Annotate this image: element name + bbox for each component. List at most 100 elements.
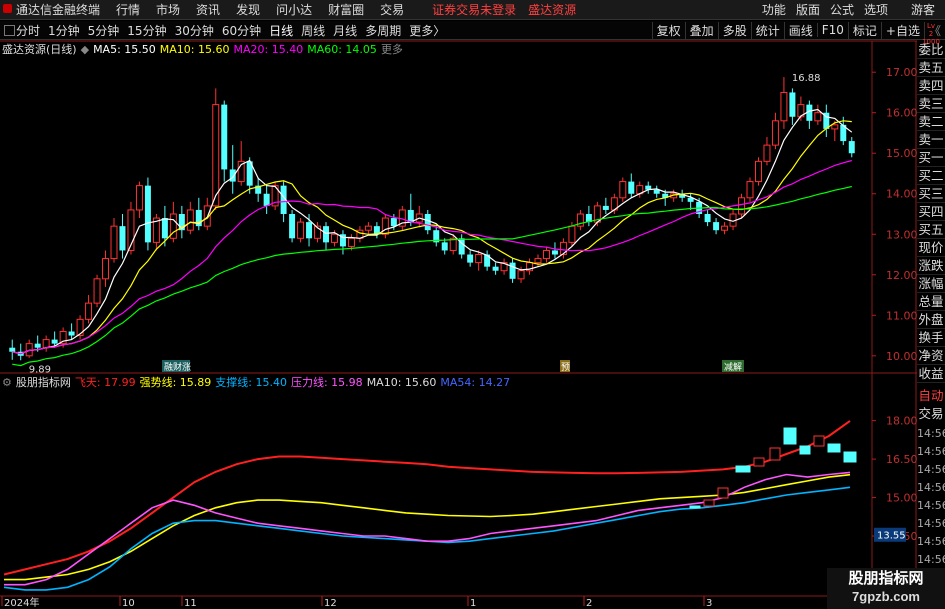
price-tick-label: 10.00 — [886, 350, 918, 363]
candle-body — [34, 343, 41, 348]
candle-body — [619, 181, 627, 199]
candle-body — [492, 266, 499, 271]
sub-candle-block — [813, 435, 825, 447]
candle-body — [704, 214, 711, 223]
date-tick-label: 1 — [470, 598, 476, 609]
price-tick-label: 12.00 — [886, 269, 918, 282]
candle-body — [221, 104, 228, 170]
high-annotation: 16.88 — [792, 73, 821, 84]
side-item[interactable]: 现价 — [917, 239, 945, 257]
side-item[interactable]: 卖四 — [917, 77, 945, 95]
candle-body — [229, 169, 236, 182]
candle-body — [780, 91, 788, 122]
ma10-line — [12, 120, 852, 355]
candle-body — [771, 120, 779, 146]
indicator-name[interactable]: 股朋指标网 — [16, 374, 71, 390]
side-trade[interactable]: 交易 — [917, 405, 945, 423]
candle-body — [424, 214, 431, 231]
watermark-line1: 股朋指标网 — [848, 569, 924, 587]
tick-time: 14:56 — [917, 481, 945, 494]
side-item[interactable]: 总量 — [917, 293, 945, 311]
candle-body — [509, 262, 516, 279]
candle-body — [814, 112, 822, 122]
candle-body — [381, 217, 389, 235]
side-item[interactable]: 卖二 — [917, 113, 945, 131]
price-tick-label: 11.00 — [886, 309, 918, 322]
more-mas-label[interactable]: 更多 — [381, 41, 403, 57]
candle-body — [323, 226, 329, 243]
side-item[interactable]: 买五 — [917, 221, 945, 239]
candle-body — [721, 225, 729, 231]
date-tick-label: 3 — [706, 598, 712, 609]
side-bottom: 自动 交易 — [917, 387, 945, 423]
stock-name[interactable]: 盛达资源(日线) — [2, 41, 77, 57]
ma5-label: MA5: 15.50 — [93, 42, 156, 56]
ma54-label: MA54: 14.27 — [440, 375, 511, 389]
candle-body — [135, 185, 143, 211]
gear-icon[interactable]: ⚙ — [2, 376, 12, 389]
candle-body — [542, 249, 550, 260]
tick-times: 14:56 14:56 14:56 14:56 14:56 14:56 14:56 14:56 — [917, 425, 945, 569]
sub-current-label: 13.55 — [877, 531, 906, 542]
candle-body — [347, 237, 355, 247]
side-item[interactable]: 卖一 — [917, 131, 945, 149]
ma20-label: MA20: 15.40 — [233, 42, 304, 56]
side-item[interactable]: 买二 — [917, 167, 945, 185]
sub-tick-label: 15.00 — [886, 492, 918, 505]
tick-time: 14:56 — [917, 463, 945, 476]
price-tick-label: 14.00 — [886, 188, 918, 201]
sub-candle-block — [799, 445, 811, 455]
price-tick-label: 13.00 — [886, 228, 918, 241]
candle-body — [42, 339, 50, 349]
side-item[interactable]: 净资 — [917, 347, 945, 365]
sub-candle-block — [769, 447, 781, 461]
sub-candle-block — [783, 427, 797, 445]
candle-body — [789, 92, 796, 117]
sub-candle-block — [753, 457, 765, 467]
side-item[interactable]: 换手 — [917, 329, 945, 347]
side-auto[interactable]: 自动 — [917, 387, 945, 405]
candle-body — [754, 160, 762, 183]
candle-body — [628, 181, 635, 194]
side-item[interactable]: 涨跌 — [917, 257, 945, 275]
candle-body — [289, 214, 296, 239]
candle-body — [9, 347, 16, 352]
candle-body — [51, 339, 58, 344]
candle-body — [306, 222, 313, 239]
date-tick-label: 10 — [122, 598, 135, 609]
ma10-label: MA10: 15.60 — [159, 42, 230, 56]
marker-label-3: 减解 — [724, 361, 742, 373]
main-legend: 盛达资源(日线) ◆ MA5: 15.50 MA10: 15.60 MA20: … — [2, 41, 407, 57]
candle-body — [746, 181, 754, 199]
side-item[interactable]: 外盘 — [917, 311, 945, 329]
candle-body — [85, 302, 93, 320]
candle-body — [738, 197, 746, 215]
tick-time: 14:56 — [917, 445, 945, 458]
candle-body — [102, 258, 110, 280]
candle-body — [467, 254, 474, 263]
sub-candle-block — [843, 451, 857, 463]
candle-body — [407, 209, 414, 223]
sub-legend: ⚙ 股朋指标网 飞天: 17.99 强势线: 15.89 支撑线: 15.40 … — [2, 374, 514, 390]
candle-body — [848, 141, 855, 154]
side-item[interactable]: 买三 — [917, 185, 945, 203]
tick-time: 14:56 — [917, 535, 945, 548]
side-item[interactable]: 卖五 — [917, 59, 945, 77]
chart-canvas[interactable]: 17.00 16.00 15.00 14.00 13.00 12.00 11.00 10.00… — [0, 0, 945, 609]
sub-candle-block — [717, 487, 729, 499]
support-line — [3, 486, 851, 591]
candle-body — [602, 205, 609, 210]
candle-body — [364, 225, 372, 231]
side-item[interactable]: 买四 — [917, 203, 945, 221]
candle-body — [713, 222, 720, 231]
side-item[interactable]: 涨幅 — [917, 275, 945, 293]
date-tick-label: 2 — [586, 598, 592, 609]
candle-body — [568, 225, 576, 243]
side-item[interactable]: 收益 — [917, 365, 945, 383]
candle-body — [831, 124, 839, 130]
side-item[interactable]: 委比 — [917, 41, 945, 59]
side-item[interactable]: 卖三 — [917, 95, 945, 113]
chevron-down-icon[interactable]: ◆ — [81, 43, 89, 56]
side-item[interactable]: 买一 — [917, 149, 945, 167]
candle-body — [76, 318, 84, 337]
